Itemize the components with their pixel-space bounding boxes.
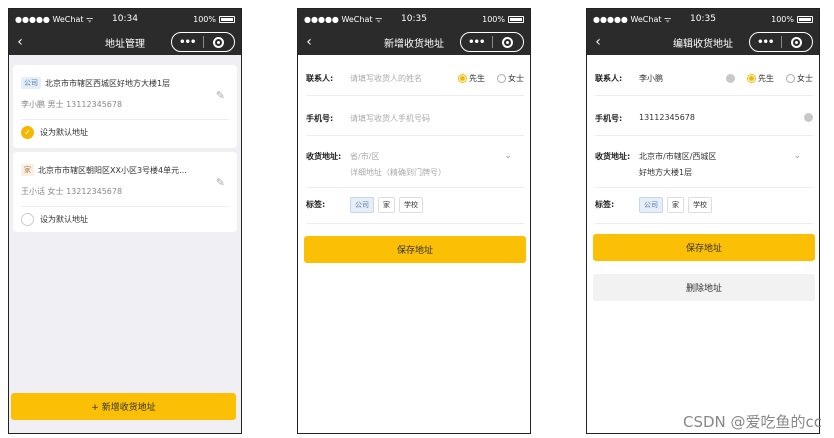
status-bar: ●●●●● WeChat ᯤ 10:35 100% xyxy=(587,9,819,29)
gender-male-radio[interactable]: 先生 xyxy=(458,73,485,84)
mini-program-capsule: ••• xyxy=(171,32,235,52)
edit-icon[interactable]: ✎ xyxy=(216,176,225,189)
contact-label: 联系人: xyxy=(595,74,623,83)
edit-address-screen: ●●●●● WeChat ᯤ 10:35 100% ‹ 编辑收货地址 ••• 联… xyxy=(586,8,820,434)
chevron-down-icon[interactable]: ⌄ xyxy=(793,151,801,161)
battery-icon xyxy=(219,15,235,23)
detail-address-input[interactable]: 详细地址（精确到门牌号） xyxy=(350,167,446,178)
status-bar: ●●●●● WeChat ᯤ 10:35 100% xyxy=(298,9,530,29)
set-default-toggle[interactable]: 设为默认地址 xyxy=(21,213,88,226)
gender-female-radio[interactable]: 女士 xyxy=(497,73,524,84)
save-address-button[interactable]: 保存地址 xyxy=(304,236,526,263)
tag-chip-home[interactable]: 家 xyxy=(378,197,395,213)
back-arrow-icon[interactable]: ‹ xyxy=(587,34,609,50)
checked-icon: ✓ xyxy=(21,126,34,139)
mini-program-capsule: ••• xyxy=(460,32,524,52)
back-arrow-icon[interactable]: ‹ xyxy=(298,34,320,50)
close-icon[interactable] xyxy=(782,36,813,48)
chevron-down-icon[interactable]: ⌄ xyxy=(504,151,512,161)
phone-label: 手机号: xyxy=(306,114,334,123)
phone-row: 手机号: 13112345678 xyxy=(595,113,813,136)
gender-male-radio[interactable]: 先生 xyxy=(747,73,774,84)
nav-bar: ‹ 新增收货地址 ••• xyxy=(298,29,530,55)
watermark: CSDN @爱吃鱼的cc xyxy=(682,413,822,431)
address-label: 收货地址: xyxy=(595,152,631,161)
tags-row: 标签: 公司家学校 xyxy=(306,197,524,224)
phone-row: 手机号: 请填写收货人手机号码 xyxy=(306,113,524,136)
unchecked-icon xyxy=(21,213,34,226)
new-address-screen: ●●●●● WeChat ᯤ 10:35 100% ‹ 新增收货地址 ••• 联… xyxy=(297,8,531,434)
tag-chip-company[interactable]: 公司 xyxy=(639,197,663,213)
close-icon[interactable] xyxy=(204,36,235,48)
more-icon[interactable]: ••• xyxy=(750,37,781,48)
battery-icon xyxy=(508,15,524,23)
divider xyxy=(21,206,229,207)
address-card[interactable]: 家 北京市市辖区朝阳区XX小区3号楼4单元... 王小话 女士 13212345… xyxy=(13,152,237,232)
battery-icon xyxy=(797,15,813,23)
region-picker[interactable]: 北京市/市辖区/西城区 xyxy=(639,151,716,162)
tags-label: 标签: xyxy=(306,200,326,209)
clock: 10:35 xyxy=(401,14,427,24)
gender-female-radio[interactable]: 女士 xyxy=(786,73,813,84)
clock: 10:35 xyxy=(690,14,716,24)
mini-program-capsule: ••• xyxy=(749,32,813,52)
save-address-button[interactable]: 保存地址 xyxy=(593,234,815,261)
add-address-button[interactable]: + 新增收货地址 xyxy=(11,393,236,420)
more-icon[interactable]: ••• xyxy=(172,37,203,48)
phone-input[interactable]: 13112345678 xyxy=(639,113,695,122)
contact-input[interactable]: 李小鹏 xyxy=(639,73,663,84)
address-text: 北京市市辖区朝阳区XX小区3号楼4单元... xyxy=(38,165,187,175)
divider xyxy=(21,119,229,120)
region-picker[interactable]: 省/市/区 xyxy=(350,151,379,162)
contact-text: 王小话 女士 13212345678 xyxy=(21,187,123,196)
tags-row: 标签: 公司家学校 xyxy=(595,197,813,224)
tag-chip-school[interactable]: 学校 xyxy=(399,197,423,213)
address-label: 收货地址: xyxy=(306,152,342,161)
status-bar: ●●●●● WeChat ᯤ 10:34 100% xyxy=(9,9,241,29)
tag-chip-company[interactable]: 公司 xyxy=(350,197,374,213)
address-tag: 公司 xyxy=(21,77,41,89)
delete-address-button[interactable]: 删除地址 xyxy=(593,274,815,301)
contact-text: 李小鹏 男士 13112345678 xyxy=(21,100,123,109)
contact-row: 联系人: 李小鹏 先生 女士 xyxy=(595,73,813,96)
detail-address-input[interactable]: 好地方大楼1层 xyxy=(639,167,692,178)
address-card[interactable]: 公司 北京市市辖区西城区好地方大楼1层 李小鹏 男士 13112345678 ✎… xyxy=(13,65,237,148)
nav-bar: ‹ 地址管理 ••• xyxy=(9,29,241,55)
close-icon[interactable] xyxy=(493,36,524,48)
tags-label: 标签: xyxy=(595,200,615,209)
edit-icon[interactable]: ✎ xyxy=(216,89,225,102)
address-row: 收货地址: 北京市/市辖区/西城区 ⌄ 好地方大楼1层 xyxy=(595,151,813,189)
nav-bar: ‹ 编辑收货地址 ••• xyxy=(587,29,819,55)
tag-chip-home[interactable]: 家 xyxy=(667,197,684,213)
set-default-toggle[interactable]: ✓ 设为默认地址 xyxy=(21,126,88,139)
address-text: 北京市市辖区西城区好地方大楼1层 xyxy=(45,78,171,88)
tag-chip-school[interactable]: 学校 xyxy=(688,197,712,213)
back-arrow-icon[interactable]: ‹ xyxy=(9,34,31,50)
contact-input[interactable]: 请填写收货人的姓名 xyxy=(350,73,422,84)
address-tag: 家 xyxy=(21,164,34,176)
set-default-label: 设为默认地址 xyxy=(40,215,88,224)
set-default-label: 设为默认地址 xyxy=(40,128,88,137)
clock: 10:34 xyxy=(112,14,138,24)
phone-label: 手机号: xyxy=(595,114,623,123)
phone-input[interactable]: 请填写收货人手机号码 xyxy=(350,113,430,124)
clear-icon[interactable] xyxy=(804,113,813,122)
contact-row: 联系人: 请填写收货人的姓名 先生 女士 xyxy=(306,73,524,96)
more-icon[interactable]: ••• xyxy=(461,37,492,48)
address-list-screen: ●●●●● WeChat ᯤ 10:34 100% ‹ 地址管理 ••• 公司 … xyxy=(8,8,242,434)
contact-label: 联系人: xyxy=(306,74,334,83)
address-row: 收货地址: 省/市/区 ⌄ 详细地址（精确到门牌号） xyxy=(306,151,524,189)
clear-icon[interactable] xyxy=(726,74,735,83)
